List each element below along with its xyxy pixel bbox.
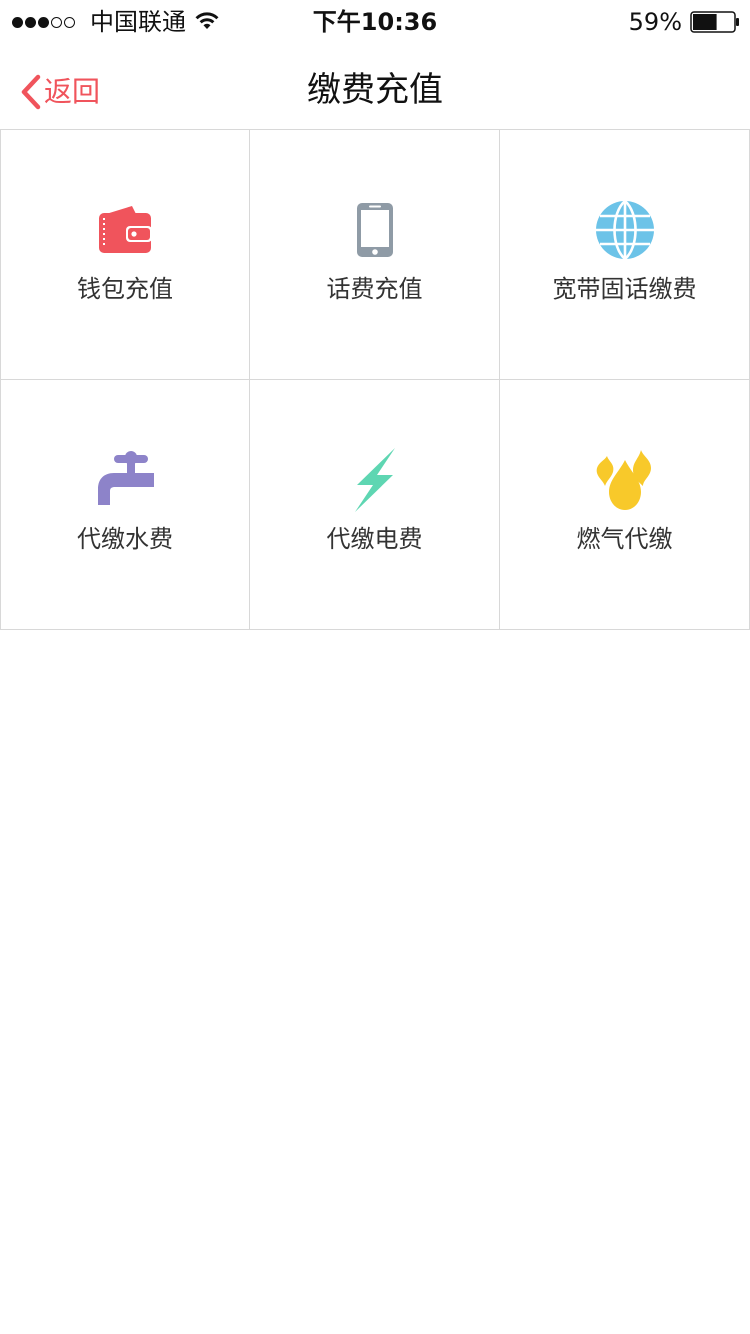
page-title: 缴费充值	[307, 70, 443, 110]
battery-percentage: 59%	[628, 8, 682, 36]
service-label: 宽带固话缴费	[552, 275, 697, 303]
wallet-icon	[1, 198, 249, 262]
service-gas-bill[interactable]: 燃气代缴	[500, 380, 750, 630]
lightning-icon	[250, 448, 499, 512]
service-water-bill[interactable]: 代缴水费	[0, 380, 250, 630]
faucet-icon	[1, 448, 249, 512]
service-phone-recharge[interactable]: 话费充值	[250, 130, 500, 380]
globe-icon	[500, 198, 749, 262]
status-bar: 中国联通 下午10:36 59%	[0, 0, 750, 44]
phone-icon	[250, 198, 499, 262]
service-broadband-landline[interactable]: 宽带固话缴费	[500, 130, 750, 380]
service-wallet-recharge[interactable]: 钱包充值	[0, 130, 250, 380]
service-grid: 钱包充值 话费充值 宽带固话缴费 代缴水费 代缴电费 燃气代缴	[0, 129, 750, 630]
service-label: 话费充值	[326, 275, 423, 303]
service-label: 代缴电费	[326, 525, 423, 553]
service-label: 代缴水费	[77, 525, 173, 553]
battery-icon	[690, 11, 739, 33]
nav-bar: 返回 缴费充值	[0, 44, 750, 130]
service-label: 钱包充值	[77, 275, 173, 303]
service-electricity-bill[interactable]: 代缴电费	[250, 380, 500, 630]
service-label: 燃气代缴	[576, 525, 673, 553]
flame-icon	[500, 448, 749, 512]
